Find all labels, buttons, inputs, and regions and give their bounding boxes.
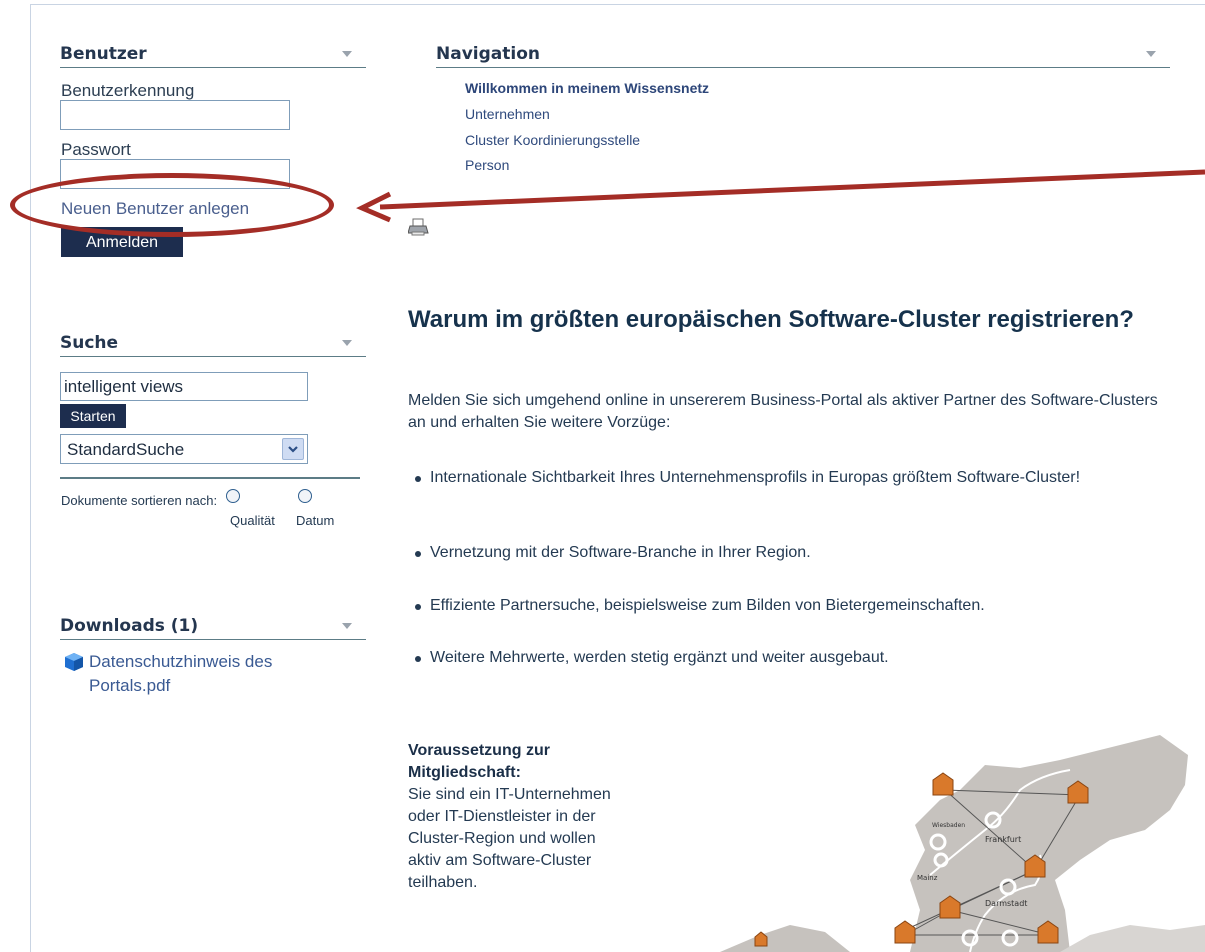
nav-item-cluster[interactable]: Cluster Koordinierungsstelle bbox=[465, 132, 640, 148]
intro-paragraph: Melden Sie sich umgehend online in unser… bbox=[408, 392, 1158, 431]
bullet-item: Weitere Mehrwerte, werden stetig ergänzt… bbox=[430, 649, 889, 666]
download-file-link[interactable]: Datenschutzhinweis des Portals.pdf bbox=[89, 650, 339, 698]
password-label: Passwort bbox=[61, 140, 131, 159]
collapse-triangle-icon[interactable] bbox=[342, 51, 352, 57]
suche-title: Suche bbox=[60, 333, 119, 353]
map-city-label: Darmstadt bbox=[985, 899, 1027, 908]
sort-quality-radio[interactable] bbox=[226, 489, 240, 503]
benutzer-title: Benutzer bbox=[60, 44, 147, 64]
bullet-item: Effiziente Partnersuche, beispielsweise … bbox=[430, 597, 985, 614]
bullet-item: Vernetzung mit der Software-Branche in I… bbox=[430, 544, 811, 561]
annotation-ellipse bbox=[10, 173, 334, 237]
navigation-panel-header: Navigation bbox=[436, 42, 1170, 68]
username-label: Benutzerkennung bbox=[61, 81, 195, 100]
nav-item-willkommen[interactable]: Willkommen in meinem Wissensnetz bbox=[465, 80, 709, 96]
bullet-dot bbox=[415, 476, 421, 482]
map-city-label: Mainz bbox=[917, 874, 938, 882]
bullet-dot bbox=[415, 656, 421, 662]
collapse-triangle-icon[interactable] bbox=[342, 623, 352, 629]
search-input[interactable]: intelligent views bbox=[60, 372, 308, 401]
sort-quality-label: Qualität bbox=[230, 513, 275, 528]
navigation-title: Navigation bbox=[436, 44, 540, 64]
map-city-label: Wiesbaden bbox=[932, 822, 965, 829]
printer-icon[interactable] bbox=[408, 218, 430, 236]
benutzer-panel-header: Benutzer bbox=[60, 42, 366, 68]
start-search-button[interactable]: Starten bbox=[60, 404, 126, 428]
content-heading: Warum im größten europäischen Software-C… bbox=[408, 306, 1134, 333]
map-city-label: Frankfurt bbox=[985, 835, 1021, 844]
sort-date-label: Datum bbox=[296, 513, 335, 528]
dropdown-arrow-icon[interactable] bbox=[282, 438, 304, 460]
sort-date-radio[interactable] bbox=[298, 489, 312, 503]
suche-panel-header: Suche bbox=[60, 331, 366, 357]
downloads-panel-header: Downloads (1) bbox=[60, 614, 366, 640]
sort-label: Dokumente sortieren nach: bbox=[61, 493, 218, 508]
username-input[interactable] bbox=[60, 100, 290, 130]
nav-item-unternehmen[interactable]: Unternehmen bbox=[465, 106, 550, 122]
left-border bbox=[30, 4, 31, 952]
search-mode-select[interactable]: StandardSuche bbox=[60, 434, 308, 464]
bullet-item: Internationale Sichtbarkeit Ihres Untern… bbox=[430, 469, 1081, 486]
collapse-triangle-icon[interactable] bbox=[1146, 51, 1156, 57]
cluster-region-map: Wiesbaden Frankfurt Mainz Darmstadt bbox=[720, 735, 1205, 952]
search-mode-value: StandardSuche bbox=[67, 440, 185, 459]
nav-item-person[interactable]: Person bbox=[465, 157, 509, 173]
top-border bbox=[30, 4, 1205, 5]
requirement-text: Sie sind ein IT-Unternehmen oder IT-Dien… bbox=[408, 786, 611, 891]
bullet-dot bbox=[415, 551, 421, 557]
downloads-title: Downloads (1) bbox=[60, 616, 199, 636]
suche-divider bbox=[60, 477, 360, 479]
pdf-icon bbox=[65, 653, 83, 671]
requirement-title: Voraussetzung zur Mitgliedschaft: bbox=[408, 742, 550, 781]
bullet-dot bbox=[415, 604, 421, 610]
collapse-triangle-icon[interactable] bbox=[342, 340, 352, 346]
